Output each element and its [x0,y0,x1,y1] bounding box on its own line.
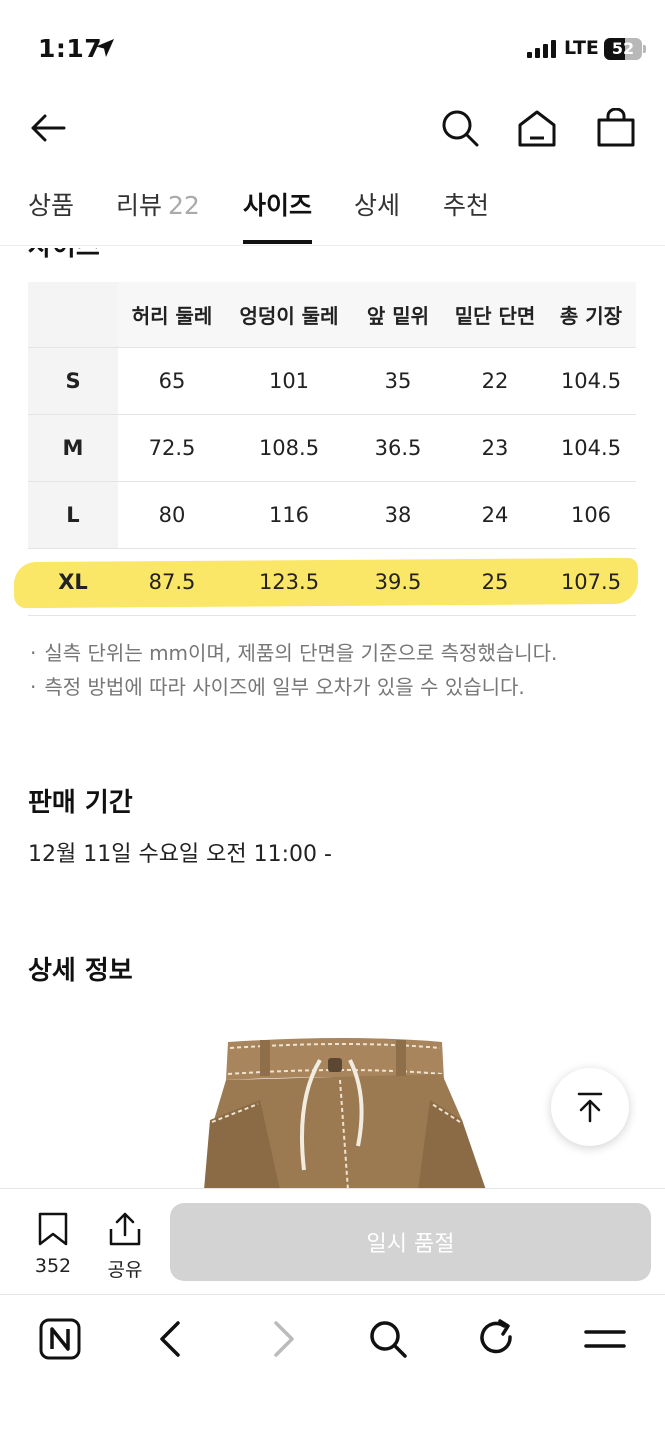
tab-product[interactable]: 상품 [28,186,74,222]
table-row-highlighted: XL 87.5 123.5 39.5 25 107.5 [28,549,636,616]
size-label: M [28,415,118,481]
sale-period-title: 판매 기간 [28,788,133,818]
network-type: LTE [564,37,599,59]
review-count: 22 [168,191,200,220]
table-cell: 123.5 [258,570,320,594]
arrow-left-icon[interactable] [28,108,68,148]
table-cell: 25 [481,570,509,594]
table-cell: 35 [384,369,412,393]
scroll-to-top-button[interactable] [551,1068,629,1146]
search-icon[interactable] [367,1317,409,1361]
bookmark-count: 352 [34,1255,72,1277]
note-text: 측정 방법에 따라 사이즈에 일부 오차가 있을 수 있습니다. [44,675,525,699]
tab-recommend[interactable]: 추천 [443,186,489,222]
size-label: XL [58,570,88,594]
table-cell: 108.5 [258,436,320,460]
note-item: · 실측 단위는 mm이며, 제품의 단면을 기준으로 측정했습니다. [30,641,558,665]
tab-detail-label: 상세 [354,191,401,220]
note-item: · 측정 방법에 따라 사이즈에 일부 오차가 있을 수 있습니다. [30,675,525,699]
header-corner [28,282,118,347]
table-row: S 65 101 35 22 104.5 [28,348,636,415]
detail-info-title: 상세 정보 [28,956,133,986]
share-button[interactable]: 공유 [102,1211,148,1282]
share-label: 공유 [107,1259,143,1281]
battery-icon: 52 [604,38,646,60]
table-cell: 23 [481,436,509,460]
menu-icon[interactable] [584,1317,626,1361]
arrow-up-icon [577,1092,603,1123]
tab-review-label: 리뷰 [116,191,163,220]
home-icon[interactable] [517,108,557,148]
table-cell: 107.5 [560,570,622,594]
table-cell: 65 [158,369,186,393]
tab-product-label: 상품 [28,191,75,220]
table-row: M 72.5 108.5 36.5 23 104.5 [28,415,636,482]
browser-toolbar [0,1294,665,1440]
tab-size-label: 사이즈 [243,191,313,220]
size-label: S [28,348,118,414]
table-row: L 80 116 38 24 106 [28,482,636,549]
bookmark-icon [38,1212,68,1246]
table-cell: 36.5 [374,436,422,460]
location-arrow-icon [96,39,114,57]
sale-period-value: 12월 11일 수요일 오전 11:00 - [28,842,332,867]
note-text: 실측 단위는 mm이며, 제품의 단면을 기준으로 측정했습니다. [44,641,558,665]
table-cell: 38 [384,503,412,527]
active-tab-indicator [243,240,312,244]
shopping-bag-icon[interactable] [596,108,636,148]
table-cell: 39.5 [374,570,422,594]
table-cell: 22 [481,369,509,393]
product-image [200,1030,500,1190]
table-cell: 101 [268,369,310,393]
size-notes: · 실측 단위는 mm이며, 제품의 단면을 기준으로 측정했습니다. · 측정 방… [30,636,557,704]
share-icon [109,1212,141,1246]
soldout-button[interactable]: 일시 품절 [170,1203,651,1281]
back-icon[interactable] [152,1317,192,1361]
search-icon[interactable] [440,108,480,148]
column-header: 엉덩이 둘레 [239,304,339,328]
table-cell: 72.5 [148,436,196,460]
tab-detail[interactable]: 상세 [354,186,400,222]
status-time: 1:17 [38,34,103,63]
status-bar: 1:17 LTE 52 [0,0,665,96]
refresh-icon[interactable] [476,1317,518,1361]
column-header: 허리 둘레 [131,304,213,328]
table-cell: 104.5 [560,436,622,460]
size-label: L [28,482,118,548]
tab-recommend-label: 추천 [443,191,490,220]
top-nav [0,100,665,160]
size-table: 허리 둘레 엉덩이 둘레 앞 밑위 밑단 단면 총 기장 S 65 101 35… [28,282,636,616]
naver-icon[interactable] [38,1317,82,1361]
table-cell: 80 [158,503,186,527]
purchase-action-bar: 352 공유 일시 품절 [0,1188,665,1294]
tab-bar: 상품 리뷰 22 사이즈 상세 추천 [0,182,665,246]
tab-review[interactable]: 리뷰 22 [116,186,200,222]
column-header: 앞 밑위 [366,304,430,328]
table-cell: 24 [481,503,509,527]
tab-size[interactable]: 사이즈 [243,186,312,222]
table-cell: 87.5 [148,570,196,594]
column-header: 총 기장 [559,304,623,328]
table-cell: 106 [570,503,612,527]
table-cell: 104.5 [560,369,622,393]
forward-icon[interactable] [262,1317,302,1361]
signal-icon [527,40,556,58]
table-header-row: 허리 둘레 엉덩이 둘레 앞 밑위 밑단 단면 총 기장 [28,282,636,348]
bookmark-button[interactable]: 352 [30,1211,76,1277]
battery-level: 52 [611,39,635,58]
table-cell: 116 [268,503,310,527]
column-header: 밑단 단면 [454,304,536,328]
